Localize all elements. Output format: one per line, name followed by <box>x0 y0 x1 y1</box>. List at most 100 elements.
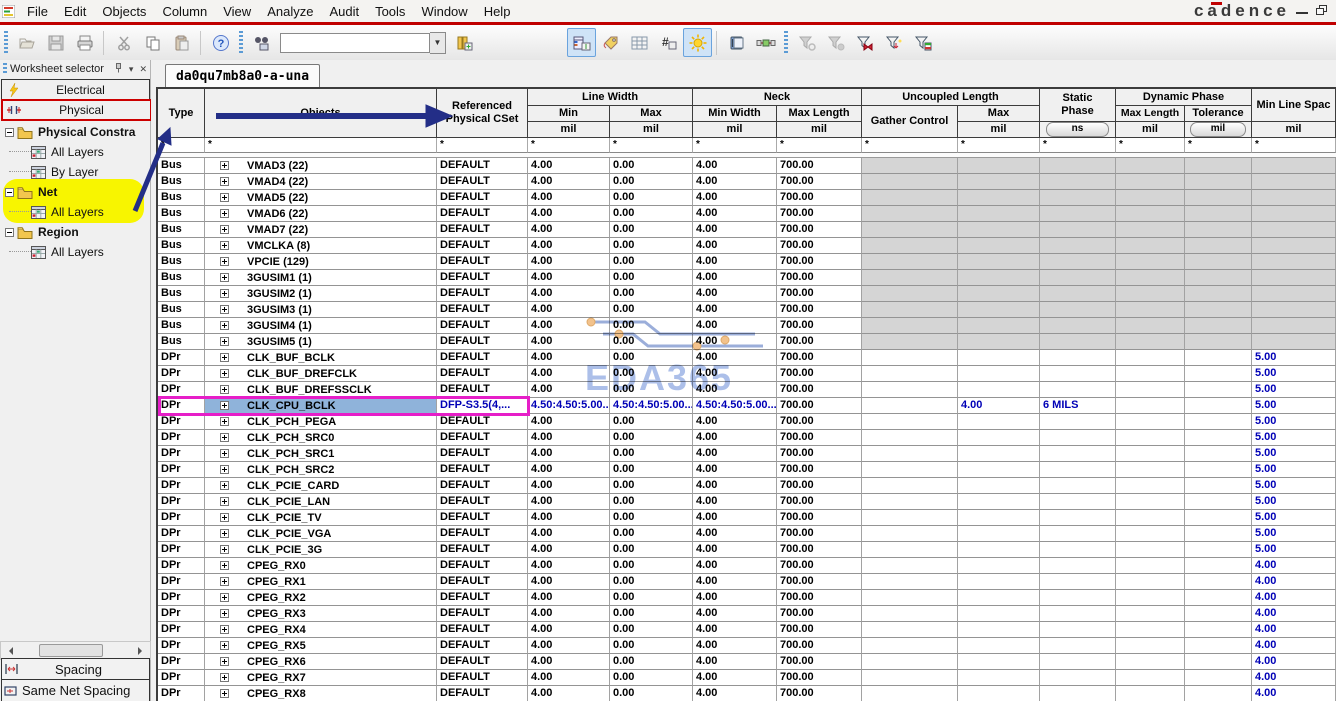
cell-neck-max-length[interactable]: 700.00 <box>777 238 862 254</box>
cell-neck-max-length[interactable]: 700.00 <box>777 526 862 542</box>
cell-tolerance[interactable] <box>1185 462 1252 478</box>
cell-min-line-spacing[interactable]: 4.00 <box>1252 574 1336 590</box>
cell-dyn-max-length[interactable] <box>1116 398 1185 414</box>
cell-neck-min-width[interactable]: 4.00 <box>693 190 777 206</box>
filter-cell-type[interactable]: * <box>158 138 205 153</box>
expand-icon[interactable] <box>220 225 229 234</box>
cell-min-line-spacing[interactable]: 5.00 <box>1252 526 1336 542</box>
cell-neck-min-width[interactable]: 4.00 <box>693 446 777 462</box>
cell-ref-cset[interactable]: DEFAULT <box>437 430 528 446</box>
cell-neck-max-length[interactable]: 700.00 <box>777 270 862 286</box>
menu-view[interactable]: View <box>215 2 259 21</box>
cell-objects[interactable]: CPEG_RX0 <box>205 558 437 574</box>
cell-objects[interactable]: CLK_BUF_BCLK <box>205 350 437 366</box>
filter-clear-button[interactable] <box>821 28 850 57</box>
cell-lw-max[interactable]: 0.00 <box>610 270 693 286</box>
cell-neck-min-width[interactable]: 4.00 <box>693 366 777 382</box>
cell-static-phase[interactable] <box>1040 382 1116 398</box>
cell-objects[interactable]: CPEG_RX8 <box>205 686 437 701</box>
cell-static-phase[interactable] <box>1040 302 1116 318</box>
cell-tolerance[interactable] <box>1185 414 1252 430</box>
filter-cell-uncoupled-max[interactable]: * <box>958 138 1040 153</box>
toolbar-drag-handle[interactable] <box>239 31 243 55</box>
cell-min-line-spacing[interactable]: 4.00 <box>1252 638 1336 654</box>
filter-cell-min-line-spacing[interactable]: * <box>1252 138 1336 153</box>
cell-neck-max-length[interactable]: 700.00 <box>777 686 862 701</box>
cell-ref-cset[interactable]: DEFAULT <box>437 510 528 526</box>
expand-icon[interactable] <box>220 417 229 426</box>
cell-ref-cset[interactable]: DEFAULT <box>437 606 528 622</box>
cell-lw-max[interactable]: 0.00 <box>610 334 693 350</box>
filter-apply-button[interactable] <box>879 28 908 57</box>
cell-gather-control[interactable] <box>862 414 958 430</box>
cell-objects[interactable]: VMCLKA (8) <box>205 238 437 254</box>
scrollbar-thumb[interactable] <box>39 644 103 657</box>
cell-min-line-spacing[interactable]: 5.00 <box>1252 414 1336 430</box>
cell-min-line-spacing[interactable]: 5.00 <box>1252 510 1336 526</box>
filter-cell-neck-min-width[interactable]: * <box>693 138 777 153</box>
cell-objects[interactable]: CLK_PCIE_VGA <box>205 526 437 542</box>
cell-static-phase[interactable] <box>1040 318 1116 334</box>
cell-objects[interactable]: 3GUSIM2 (1) <box>205 286 437 302</box>
cell-dyn-max-length[interactable] <box>1116 622 1185 638</box>
cell-uncoupled-max[interactable] <box>958 510 1040 526</box>
cell-objects[interactable]: CPEG_RX4 <box>205 622 437 638</box>
cell-neck-max-length[interactable]: 700.00 <box>777 654 862 670</box>
topology-button[interactable] <box>751 28 780 57</box>
cell-lw-max[interactable]: 0.00 <box>610 574 693 590</box>
cell-gather-control[interactable] <box>862 174 958 190</box>
toolbar-drag-handle[interactable] <box>4 31 8 55</box>
cell-static-phase[interactable] <box>1040 174 1116 190</box>
header-uncoupled-length[interactable]: Uncoupled Length <box>862 89 1040 106</box>
cell-tolerance[interactable] <box>1185 318 1252 334</box>
cell-lw-min[interactable]: 4.00 <box>528 510 610 526</box>
cell-type[interactable]: Bus <box>158 190 205 206</box>
cell-objects[interactable]: VMAD6 (22) <box>205 206 437 222</box>
cell-lw-min[interactable]: 4.00 <box>528 462 610 478</box>
cell-gather-control[interactable] <box>862 190 958 206</box>
expand-icon[interactable] <box>220 689 229 698</box>
panel-drag-handle[interactable] <box>3 63 7 75</box>
cell-min-line-spacing[interactable] <box>1252 334 1336 350</box>
cell-neck-min-width[interactable]: 4.00 <box>693 222 777 238</box>
header-tolerance[interactable]: Tolerance <box>1185 106 1252 122</box>
cell-gather-control[interactable] <box>862 510 958 526</box>
menu-help[interactable]: Help <box>476 2 519 21</box>
cell-dyn-max-length[interactable] <box>1116 302 1185 318</box>
cell-tolerance[interactable] <box>1185 494 1252 510</box>
cell-tolerance[interactable] <box>1185 190 1252 206</box>
cell-lw-max[interactable]: 0.00 <box>610 686 693 701</box>
cell-type[interactable]: DPr <box>158 638 205 654</box>
cell-type[interactable]: Bus <box>158 254 205 270</box>
cell-uncoupled-max[interactable] <box>958 238 1040 254</box>
cell-lw-max[interactable]: 0.00 <box>610 302 693 318</box>
cell-type[interactable]: DPr <box>158 670 205 686</box>
cell-lw-max[interactable]: 0.00 <box>610 350 693 366</box>
cell-type[interactable]: DPr <box>158 654 205 670</box>
expand-icon[interactable] <box>220 433 229 442</box>
cell-type[interactable]: Bus <box>158 206 205 222</box>
cell-lw-max[interactable]: 0.00 <box>610 462 693 478</box>
filter-cell-lw-max[interactable]: * <box>610 138 693 153</box>
highlight-button[interactable] <box>683 28 712 57</box>
cell-lw-min[interactable]: 4.00 <box>528 574 610 590</box>
cell-objects[interactable]: 3GUSIM5 (1) <box>205 334 437 350</box>
cell-static-phase[interactable] <box>1040 478 1116 494</box>
cell-min-line-spacing[interactable]: 5.00 <box>1252 462 1336 478</box>
cell-ref-cset[interactable]: DEFAULT <box>437 238 528 254</box>
cell-min-line-spacing[interactable] <box>1252 222 1336 238</box>
cell-tolerance[interactable] <box>1185 606 1252 622</box>
cell-neck-max-length[interactable]: 700.00 <box>777 478 862 494</box>
save-button[interactable] <box>41 28 70 57</box>
print-button[interactable] <box>70 28 99 57</box>
cell-gather-control[interactable] <box>862 366 958 382</box>
cell-lw-max[interactable]: 0.00 <box>610 654 693 670</box>
cell-ref-cset[interactable]: DEFAULT <box>437 350 528 366</box>
filter-refresh-button[interactable] <box>792 28 821 57</box>
cell-gather-control[interactable] <box>862 654 958 670</box>
cell-type[interactable]: DPr <box>158 494 205 510</box>
cell-uncoupled-max[interactable] <box>958 462 1040 478</box>
cell-neck-min-width[interactable]: 4.00 <box>693 238 777 254</box>
cell-dyn-max-length[interactable] <box>1116 222 1185 238</box>
copy-button[interactable] <box>138 28 167 57</box>
